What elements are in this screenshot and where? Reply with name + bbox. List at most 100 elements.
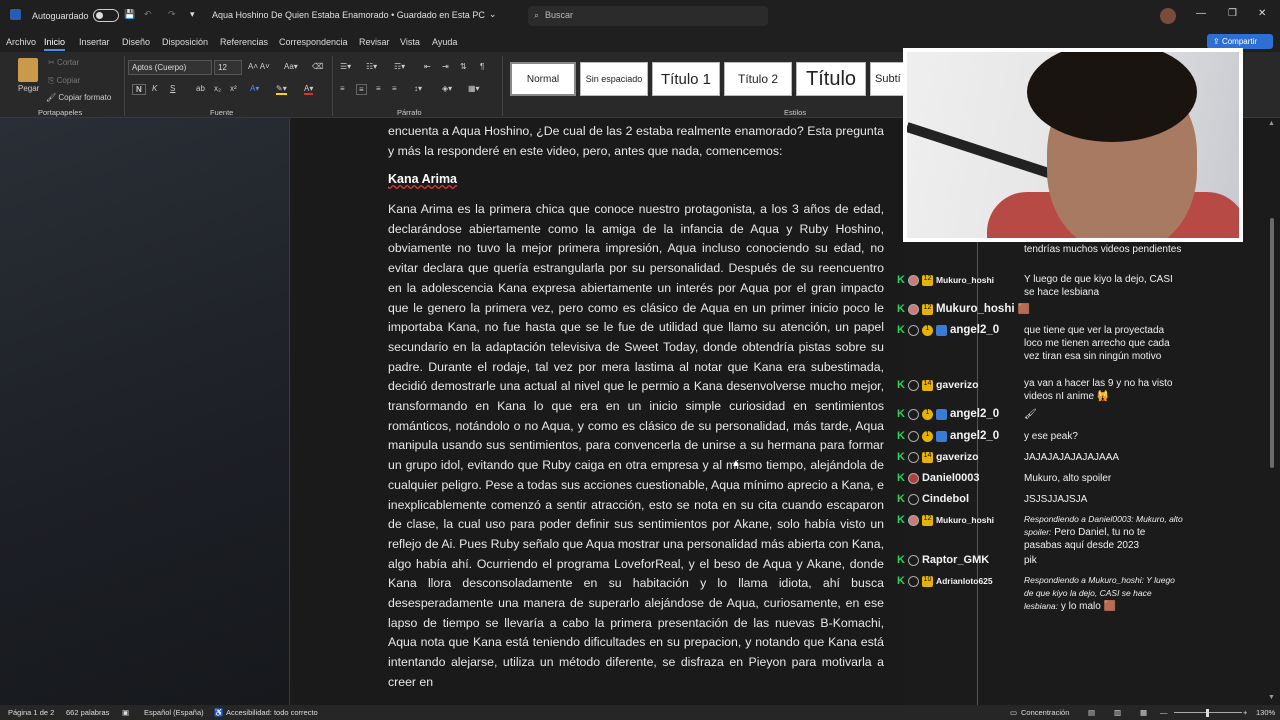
copy-button[interactable]: ⎘ Copiar bbox=[48, 76, 80, 86]
paste-button[interactable]: Pegar bbox=[18, 84, 39, 93]
paste-icon[interactable] bbox=[18, 58, 38, 82]
zoom-slider-thumb[interactable] bbox=[1206, 709, 1209, 717]
word-icon bbox=[10, 9, 21, 20]
sword-badge-icon bbox=[935, 324, 947, 336]
subscriber-badge: 1 bbox=[921, 324, 933, 336]
subscript-button[interactable]: x₂ bbox=[214, 84, 221, 93]
document-title-text: Aqua Hoshino De Quien Estaba Enamorado •… bbox=[212, 9, 485, 20]
align-center-icon[interactable]: ≡ bbox=[356, 84, 367, 95]
user-avatar-icon bbox=[907, 430, 919, 442]
paragraph-group-label: Párrafo bbox=[397, 108, 422, 117]
clear-format-icon[interactable]: ⌫ bbox=[312, 62, 323, 71]
bold-button[interactable]: N bbox=[132, 84, 146, 95]
align-left-icon[interactable]: ≡ bbox=[340, 84, 345, 93]
read-mode-icon[interactable]: ▤ bbox=[1088, 708, 1095, 717]
chat-message-text: JAJAJAJAJAJAJAAA bbox=[1024, 452, 1120, 463]
page-count[interactable]: Página 1 de 2 bbox=[8, 708, 54, 717]
styles-group-label: Estilos bbox=[784, 108, 807, 117]
tab-archivo[interactable]: Archivo bbox=[6, 37, 36, 47]
pilcrow-icon[interactable]: ¶ bbox=[480, 62, 484, 71]
customize-icon[interactable]: ▾ bbox=[190, 9, 195, 20]
sort-icon[interactable]: ⇅ bbox=[460, 62, 467, 71]
scroll-up-icon[interactable]: ▲ bbox=[1268, 120, 1275, 127]
style-subtitle[interactable]: Subtí bbox=[870, 62, 904, 96]
subscriber-badge: 14 bbox=[921, 379, 933, 391]
focus-icon[interactable]: ▭ bbox=[1010, 708, 1017, 717]
intro-paragraph[interactable]: encuenta a Aqua Hoshino, ¿De cual de las… bbox=[388, 122, 884, 161]
tab-correspondencia[interactable]: Correspondencia bbox=[279, 37, 348, 47]
tab-insertar[interactable]: Insertar bbox=[79, 37, 110, 47]
align-right-icon[interactable]: ≡ bbox=[376, 84, 381, 93]
avatar[interactable] bbox=[1160, 8, 1176, 24]
chat-message-text: JSJSJJAJSJA bbox=[1024, 494, 1088, 505]
tab-ayuda[interactable]: Ayuda bbox=[432, 37, 457, 47]
scrollbar[interactable]: ▲ ▼ bbox=[1264, 118, 1280, 705]
font-size-select[interactable]: 12 bbox=[214, 60, 242, 75]
redo-icon[interactable]: ↷ bbox=[168, 9, 176, 20]
decrease-indent-icon[interactable]: ⇤ bbox=[424, 62, 431, 71]
strike-button[interactable]: ab bbox=[196, 84, 205, 93]
text-effects-icon[interactable]: A▾ bbox=[250, 84, 259, 93]
document-title[interactable]: Aqua Hoshino De Quien Estaba Enamorado •… bbox=[212, 9, 496, 20]
focus-mode-button[interactable]: Concentración bbox=[1021, 708, 1069, 717]
scroll-down-icon[interactable]: ▼ bbox=[1268, 694, 1275, 701]
tab-revisar[interactable]: Revisar bbox=[359, 37, 390, 47]
copy-label: Copiar bbox=[56, 76, 81, 85]
user-avatar-icon bbox=[907, 408, 919, 420]
search-input[interactable]: ⌕ Buscar bbox=[528, 6, 768, 26]
change-case-icon[interactable]: Aa▾ bbox=[284, 62, 298, 71]
justify-icon[interactable]: ≡ bbox=[392, 84, 397, 93]
increase-indent-icon[interactable]: ⇥ bbox=[442, 62, 449, 71]
chat-user: K 10 Adrianloto625 bbox=[897, 575, 993, 587]
tab-disposicion[interactable]: Disposición bbox=[162, 37, 208, 47]
bullets-icon[interactable]: ☰▾ bbox=[340, 62, 351, 71]
font-color-icon[interactable]: A▾ bbox=[304, 84, 314, 95]
style-normal[interactable]: Normal bbox=[510, 62, 576, 96]
font-name-select[interactable]: Aptos (Cuerpo) bbox=[128, 60, 212, 75]
tab-diseno[interactable]: Diseño bbox=[122, 37, 150, 47]
multilevel-icon[interactable]: ☶▾ bbox=[394, 62, 405, 71]
grow-font-icon[interactable]: A˄ A˅ bbox=[248, 62, 270, 71]
borders-icon[interactable]: ▦▾ bbox=[468, 84, 480, 93]
line-spacing-icon[interactable]: ↕▾ bbox=[414, 84, 422, 93]
tab-referencias[interactable]: Referencias bbox=[220, 37, 268, 47]
highlight-icon[interactable]: ✎▾ bbox=[276, 84, 287, 95]
undo-icon[interactable]: ↶ bbox=[144, 9, 152, 20]
numbering-icon[interactable]: ☷▾ bbox=[366, 62, 377, 71]
share-button[interactable]: ⇪ Compartir bbox=[1207, 34, 1273, 49]
print-layout-icon[interactable]: ▥ bbox=[1114, 708, 1121, 717]
autosave[interactable]: Autoguardado bbox=[32, 9, 119, 22]
zoom-out-button[interactable]: — bbox=[1160, 708, 1168, 717]
style-no-spacing[interactable]: Sin espaciado bbox=[580, 62, 648, 96]
scrollbar-thumb[interactable] bbox=[1270, 218, 1274, 468]
maximize-button[interactable]: ❐ bbox=[1228, 8, 1237, 19]
underline-button[interactable]: S bbox=[170, 84, 175, 93]
italic-button[interactable]: K bbox=[152, 84, 157, 93]
moderator-icon: K bbox=[897, 493, 905, 505]
style-title[interactable]: Título bbox=[796, 62, 866, 96]
style-heading-2[interactable]: Título 2 bbox=[724, 62, 792, 96]
superscript-button[interactable]: x² bbox=[230, 84, 237, 93]
save-icon[interactable]: 💾 bbox=[124, 9, 135, 20]
section-heading[interactable]: Kana Arima bbox=[388, 172, 457, 186]
tab-inicio[interactable]: Inicio bbox=[44, 37, 66, 51]
zoom-in-button[interactable]: + bbox=[1243, 708, 1247, 717]
minimize-button[interactable]: — bbox=[1196, 8, 1206, 19]
user-avatar-icon bbox=[907, 493, 919, 505]
close-button[interactable]: ✕ bbox=[1258, 8, 1266, 19]
autosave-toggle[interactable] bbox=[92, 9, 119, 22]
proofing-icon[interactable]: ▣ bbox=[122, 708, 129, 717]
zoom-level[interactable]: 130% bbox=[1256, 708, 1275, 717]
web-layout-icon[interactable]: ▦ bbox=[1140, 708, 1147, 717]
language-status[interactable]: Español (España) bbox=[144, 708, 204, 717]
body-paragraph[interactable]: Kana Arima es la primera chica que conoc… bbox=[388, 200, 884, 693]
document-page[interactable]: encuenta a Aqua Hoshino, ¿De cual de las… bbox=[292, 118, 904, 705]
font-group-label: Fuente bbox=[210, 108, 234, 117]
word-count[interactable]: 662 palabras bbox=[66, 708, 109, 717]
style-heading-1[interactable]: Título 1 bbox=[652, 62, 720, 96]
tab-vista[interactable]: Vista bbox=[400, 37, 420, 47]
shading-icon[interactable]: ◈▾ bbox=[442, 84, 452, 93]
format-painter-button[interactable]: 🖌 Copiar formato bbox=[46, 93, 111, 102]
accessibility-status[interactable]: Accesibilidad: todo correcto bbox=[226, 708, 318, 717]
cut-button[interactable]: ✂ Cortar bbox=[48, 58, 79, 67]
